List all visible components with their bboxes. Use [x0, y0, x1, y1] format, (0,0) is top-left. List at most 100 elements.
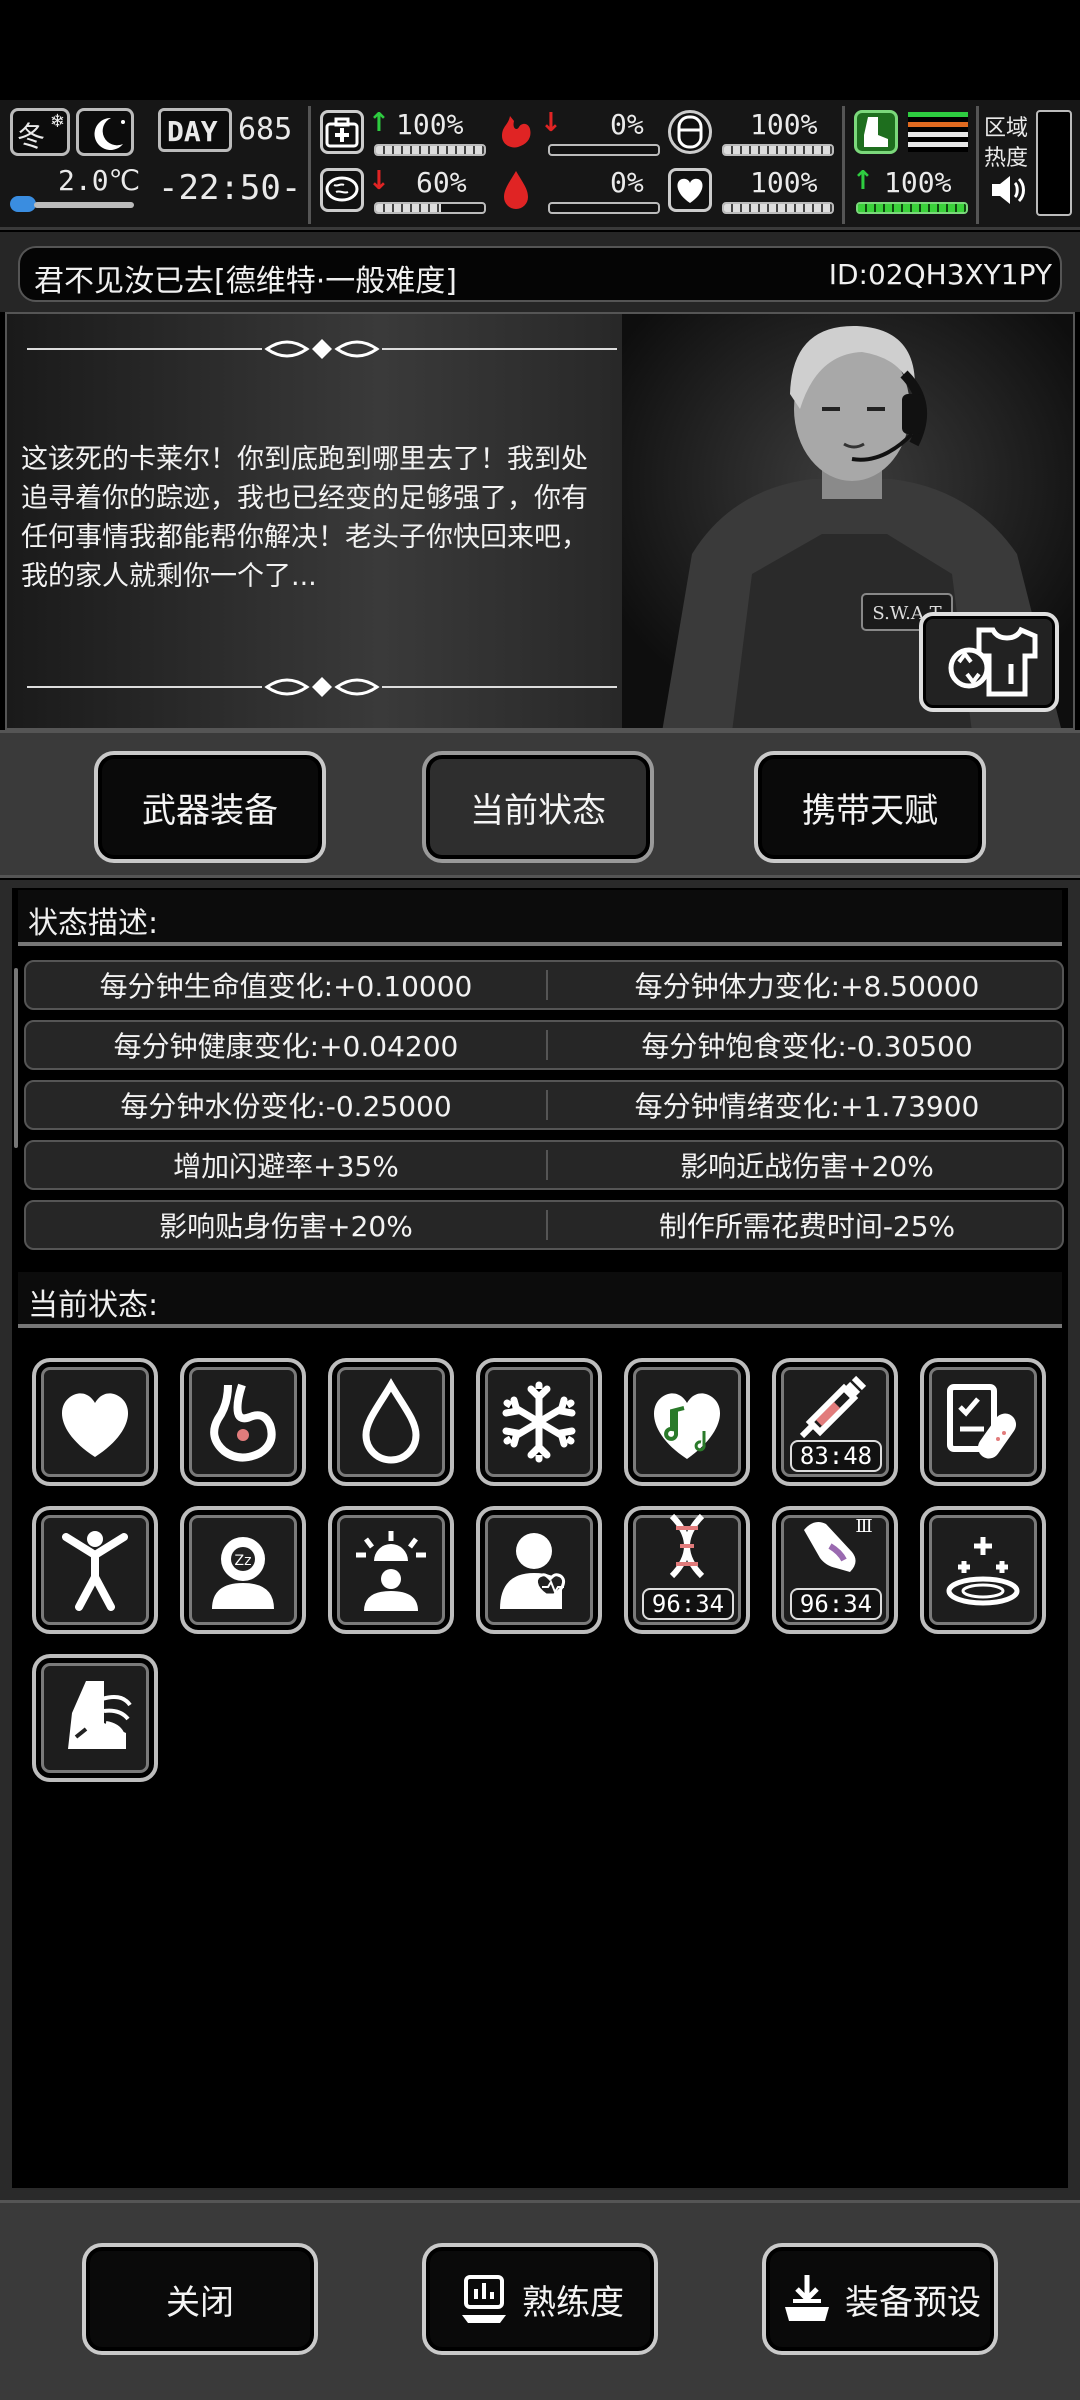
syringe-icon[interactable]: 83:48 — [772, 1358, 898, 1486]
tab-current-status[interactable]: 当前状态 — [422, 751, 654, 863]
tab-weapons[interactable]: 武器装备 — [94, 751, 326, 863]
temperature-bar — [34, 202, 134, 208]
medkit-icon — [320, 110, 364, 154]
proficiency-button-label: 熟练度 — [522, 2282, 624, 2323]
change-outfit-button[interactable] — [919, 612, 1059, 712]
mood-value: 100% — [750, 166, 818, 199]
current-status-heading: 当前状态: — [18, 1272, 1062, 1328]
stat-cell: 制作所需花费时间-25% — [546, 1210, 1066, 1243]
snow-icon: ❄ — [49, 111, 65, 132]
water-bar — [548, 202, 660, 214]
winged-boot-icon[interactable] — [32, 1654, 158, 1782]
hud-divider-2 — [842, 106, 845, 224]
mood-bar-fill — [724, 204, 832, 212]
bottom-ornament — [27, 677, 617, 697]
stat-row: 每分钟生命值变化:+0.10000 每分钟体力变化:+8.50000 — [24, 960, 1064, 1010]
mood-heart-icon — [668, 168, 712, 212]
snowflake-icon[interactable] — [476, 1358, 602, 1486]
close-button-label: 关闭 — [166, 2282, 234, 2323]
music-heart-icon[interactable] — [624, 1358, 750, 1486]
season-box: 冬 ❄ — [10, 108, 70, 156]
water-drop-icon[interactable] — [328, 1358, 454, 1486]
stat-cell: 每分钟情绪变化:+1.73900 — [546, 1090, 1066, 1123]
stamina-bar — [856, 202, 968, 214]
hud-divider — [308, 106, 311, 224]
heartbeat-person-icon[interactable] — [476, 1506, 602, 1634]
dna-icon[interactable]: 96:34 — [624, 1506, 750, 1634]
night-box — [76, 108, 134, 156]
armor-bar-fill — [724, 146, 832, 154]
stamina-up-arrow: ↑ — [852, 166, 874, 196]
stomach-icon[interactable] — [180, 1358, 306, 1486]
day-label: DAY — [167, 115, 218, 148]
dna-timer: 96:34 — [642, 1588, 734, 1620]
mood-bar — [722, 202, 834, 214]
area-heat-meter — [1036, 110, 1072, 216]
stat-row: 每分钟水份变化:-0.25000 每分钟情绪变化:+1.73900 — [24, 1080, 1064, 1130]
health-bar-fill — [376, 146, 484, 154]
character-story-panel: 这该死的卡莱尔！你到底跑到哪里去了！我到处追寻着你的踪迹，我也已经变的足够强了，… — [5, 312, 1075, 730]
sleepy-head-icon[interactable]: Zz — [180, 1506, 306, 1634]
close-button[interactable]: 关闭 — [82, 2243, 318, 2355]
proficiency-button[interactable]: 熟练度 — [422, 2243, 658, 2355]
stat-row: 影响贴身伤害+20% 制作所需花费时间-25% — [24, 1200, 1064, 1250]
muscle-arm-icon[interactable]: Ⅲ 96:34 — [772, 1506, 898, 1634]
brain-value: 60% — [416, 166, 467, 199]
day-box: DAY — [158, 108, 232, 152]
healing-sparkle-icon[interactable] — [920, 1506, 1046, 1634]
status-hud: 冬 ❄ 2.0℃ DAY 685 -22:50- ↑ 100% ↓ 0% 100… — [0, 100, 1080, 230]
hud-divider-3 — [976, 106, 979, 224]
stretch-person-icon[interactable] — [32, 1506, 158, 1634]
status-description-heading: 状态描述: — [18, 890, 1062, 946]
tab-bar: 武器装备 当前状态 携带天赋 — [0, 730, 1080, 878]
area-heat-label-1: 区域 — [984, 116, 1029, 141]
brain-bar-fill — [376, 204, 441, 212]
day-number: 685 — [238, 112, 293, 147]
title-wrap: 君不见汝已去[德维特·一般难度] ID:02QH3XY1PY — [0, 232, 1080, 312]
proficiency-icon — [462, 2275, 506, 2323]
brain-icon — [320, 168, 364, 212]
syringe-timer: 83:48 — [790, 1440, 882, 1472]
stamina-value: 100% — [884, 166, 952, 199]
speaker-icon[interactable] — [988, 172, 1028, 212]
content-inner[interactable]: 状态描述: 每分钟生命值变化:+0.10000 每分钟体力变化:+8.50000… — [12, 888, 1068, 2188]
health-value: 100% — [396, 108, 464, 141]
heart-icon[interactable] — [32, 1358, 158, 1486]
brain-bar — [374, 202, 486, 214]
armor-icon — [668, 110, 712, 154]
stomach-red-icon — [494, 110, 538, 154]
stat-cell: 每分钟生命值变化:+0.10000 — [99, 970, 473, 1003]
svg-text:Zz: Zz — [235, 1553, 252, 1569]
stat-cell: 影响近战伤害+20% — [546, 1150, 1066, 1183]
stat-row: 每分钟健康变化:+0.04200 每分钟饱食变化:-0.30500 — [24, 1020, 1064, 1070]
tab-talents[interactable]: 携带天赋 — [754, 751, 986, 863]
bottom-action-bar: 关闭 熟练度 装备预设 — [0, 2200, 1080, 2400]
stamina-stripes — [908, 112, 968, 152]
thermometer-icon — [10, 196, 36, 212]
stomach-down-arrow: ↓ — [540, 108, 562, 138]
brain-down-arrow: ↓ — [368, 166, 390, 196]
season-label: 冬 — [17, 120, 46, 153]
medical-clipboard-icon[interactable] — [920, 1358, 1046, 1486]
equipment-preset-button[interactable]: 装备预设 — [762, 2243, 998, 2355]
stat-cell: 影响贴身伤害+20% — [159, 1210, 413, 1243]
stamina-bar-fill — [858, 204, 966, 212]
story-text: 这该死的卡莱尔！你到底跑到哪里去了！我到处追寻着你的踪迹，我也已经变的足够强了，… — [21, 444, 588, 592]
water-red-icon — [494, 168, 538, 212]
alarm-person-icon[interactable] — [328, 1506, 454, 1634]
water-value: 0% — [610, 166, 644, 199]
stomach-value: 0% — [610, 108, 644, 141]
muscle-timer: 96:34 — [790, 1588, 882, 1620]
save-title: 君不见汝已去[德维特·一般难度] — [34, 264, 457, 299]
stat-row: 增加闪避率+35% 影响近战伤害+20% — [24, 1140, 1064, 1190]
title-bar: 君不见汝已去[德维特·一般难度] ID:02QH3XY1PY — [18, 246, 1062, 302]
stat-cell: 每分钟饱食变化:-0.30500 — [546, 1030, 1066, 1063]
svg-text:Ⅲ: Ⅲ — [855, 1516, 872, 1537]
preset-icon — [785, 2275, 829, 2321]
stat-cell: 每分钟健康变化:+0.04200 — [113, 1030, 459, 1063]
scroll-indicator[interactable] — [14, 968, 18, 1148]
stat-cell: 每分钟水份变化:-0.25000 — [120, 1090, 452, 1123]
boot-icon — [854, 110, 898, 154]
save-id: ID:02QH3XY1PY — [828, 258, 1052, 291]
health-bar — [374, 144, 486, 156]
